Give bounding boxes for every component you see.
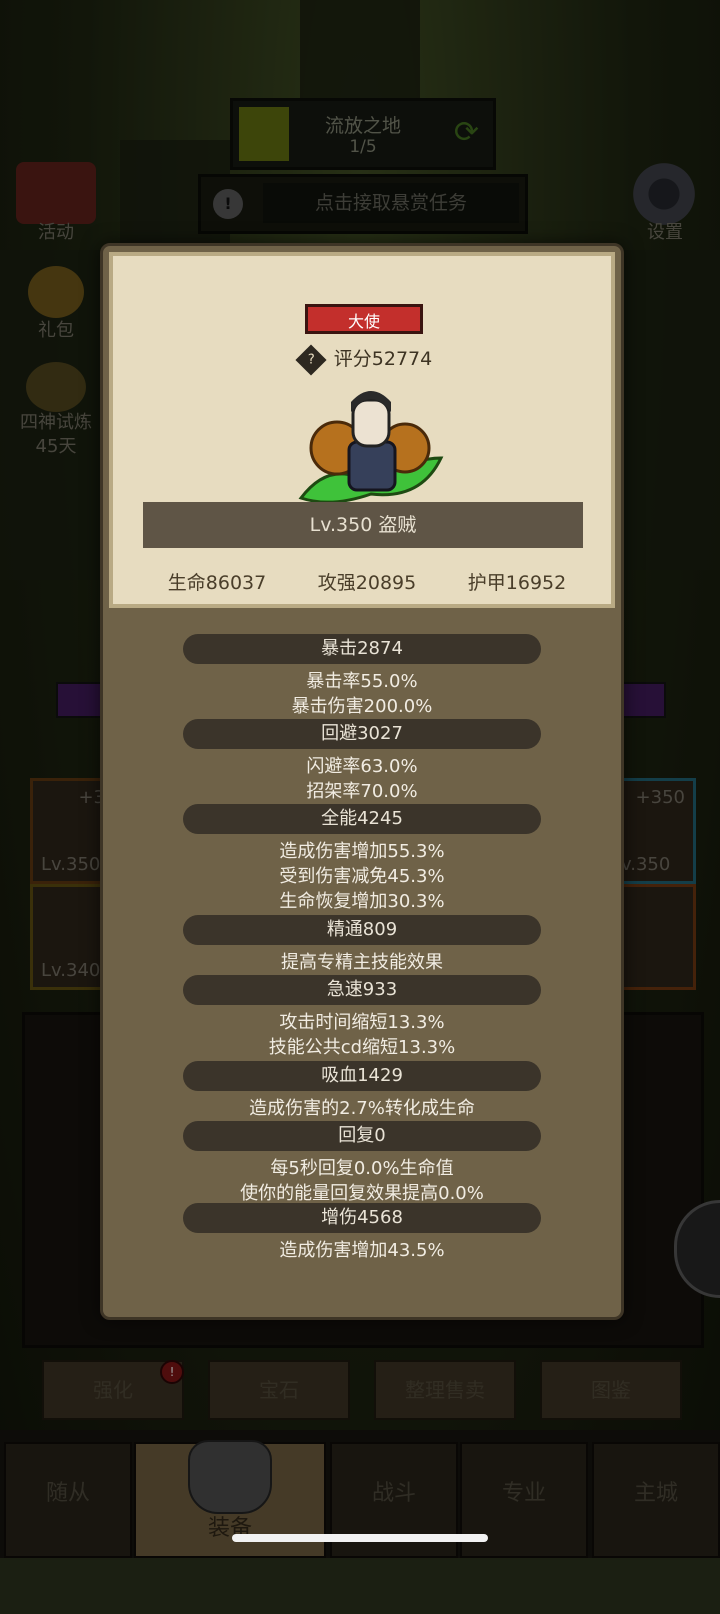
mastery-header: 精通809 (183, 915, 541, 945)
versatility-header: 全能4245 (183, 804, 541, 834)
hp-regen: 每5秒回复0.0%生命值 (270, 1158, 454, 1179)
healing-increase: 生命恢复增加30.3% (279, 891, 445, 912)
dodge-rate: 闪避率63.0% (306, 756, 418, 777)
crit-header: 暴击2874 (183, 634, 541, 664)
score-row: ? 评分52774 (113, 343, 619, 376)
attack-power-stat: 攻强20895 (317, 572, 417, 594)
character-stats-popup: 大使 ? 评分52774 Lv.350 盗贼 生命86037 攻强20895 护甲… (100, 243, 624, 1320)
attack-time-reduction: 攻击时间缩短13.3% (279, 1012, 445, 1033)
energy-regen: 使你的能量回复效果提高0.0% (240, 1183, 484, 1204)
lifesteal-header: 吸血1429 (183, 1061, 541, 1091)
damage-bonus-effect: 造成伤害增加43.5% (279, 1240, 445, 1261)
avoidance-header: 回避3027 (183, 719, 541, 749)
gcd-reduction: 技能公共cd缩短13.3% (268, 1037, 456, 1058)
haste-header: 急速933 (183, 975, 541, 1005)
crit-damage: 暴击伤害200.0% (291, 696, 433, 717)
crit-rate: 暴击率55.0% (306, 671, 418, 692)
armor-stat: 护甲16952 (467, 572, 567, 594)
hp-stat: 生命86037 (167, 572, 267, 594)
lifesteal-effect: 造成伤害的2.7%转化成生命 (249, 1098, 475, 1119)
regen-header: 回复0 (183, 1121, 541, 1151)
level-class-banner: Lv.350 盗贼 (143, 502, 583, 548)
score-label: 评分52774 (333, 348, 433, 370)
rogue-character-portrait (298, 391, 444, 504)
damage-reduction: 受到伤害减免45.3% (279, 866, 445, 887)
help-icon[interactable]: ? (295, 343, 327, 376)
character-card: 大使 ? 评分52774 Lv.350 盗贼 生命86037 攻强20895 护甲… (109, 252, 615, 608)
mastery-effect: 提高专精主技能效果 (281, 952, 443, 973)
rank-badge: 大使 (305, 304, 423, 334)
damage-bonus-header: 增伤4568 (183, 1203, 541, 1233)
home-indicator[interactable] (232, 1534, 488, 1542)
damage-increase: 造成伤害增加55.3% (279, 841, 445, 862)
parry-rate: 招架率70.0% (306, 781, 418, 802)
